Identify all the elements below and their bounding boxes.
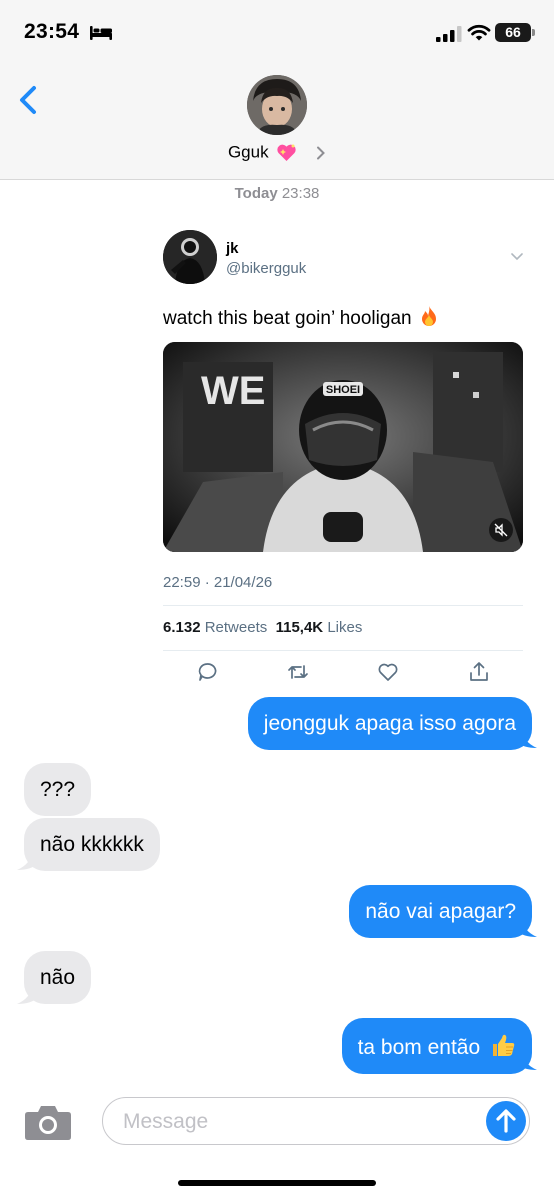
home-indicator [178, 1180, 376, 1186]
back-button[interactable] [12, 78, 48, 122]
chevron-right-icon [317, 146, 325, 160]
sparkling-heart-icon [277, 144, 296, 162]
tweet-author-name: jk [226, 240, 239, 257]
video-frame: WE SHOEI [163, 342, 523, 552]
sleep-focus-icon [90, 26, 112, 40]
wifi-icon [467, 24, 491, 41]
retweet-icon[interactable] [286, 660, 310, 684]
sent-message[interactable]: jeongguk apaga isso agora [247, 697, 532, 750]
tweet-divider [163, 650, 523, 651]
conversation-timestamp: Today 23:38 [0, 185, 554, 202]
retweets-count: 6.132 [163, 619, 201, 636]
cellular-signal-icon [436, 26, 462, 42]
status-time: 23:54 [24, 20, 80, 43]
sent-message-with-emoji[interactable]: ta bom então [341, 1018, 532, 1074]
share-icon[interactable] [467, 660, 491, 684]
arrow-up-icon [496, 1109, 516, 1133]
received-message[interactable]: ??? [24, 763, 92, 816]
camera-button[interactable] [24, 1103, 72, 1141]
tweet-video[interactable]: WE SHOEI [163, 342, 523, 552]
message-input[interactable]: Message [102, 1097, 530, 1145]
helmet-brand-text: SHOEI [326, 384, 360, 396]
sent-message[interactable]: não vai apagar? [349, 885, 532, 938]
tweet-divider [163, 605, 523, 606]
likes-count: 115,4K [275, 619, 324, 636]
message-placeholder: Message [123, 1110, 209, 1133]
send-button[interactable] [486, 1101, 526, 1141]
status-bar: 23:54 66 [0, 0, 554, 62]
contact-name-row[interactable]: Gguk [0, 142, 554, 163]
reply-icon[interactable] [196, 660, 220, 684]
sent-message-text: ta bom então [357, 1036, 481, 1059]
tweet-stats: 6.132 Retweets 115,4K Likes [163, 619, 362, 636]
tweet-link-preview[interactable]: jk @bikergguk watch this beat goin’ hool… [150, 210, 538, 696]
battery-tip [532, 29, 535, 36]
speaker-muted-icon [494, 523, 508, 537]
contact-photo [247, 75, 307, 135]
contact-avatar[interactable] [247, 75, 307, 135]
like-icon[interactable] [376, 660, 400, 684]
contact-name: Gguk [227, 142, 269, 162]
timestamp-time: 23:38 [281, 185, 320, 202]
tweet-author-avatar [163, 230, 217, 284]
tweet-author-photo [163, 230, 217, 284]
video-sign-text: WE [201, 369, 265, 413]
retweets-label: Retweets [204, 619, 268, 636]
mute-button[interactable] [489, 518, 513, 542]
thumbs-up-icon [493, 1034, 515, 1056]
tweet-datetime: 22:59 · 21/04/26 [163, 574, 273, 591]
timestamp-day: Today [234, 185, 278, 202]
battery-level: 66 [495, 23, 531, 42]
received-message[interactable]: não kkkkkk [24, 818, 160, 871]
tweet-author-handle: @bikergguk [226, 260, 307, 277]
tweet-text: watch this beat goin’ hooligan [163, 308, 412, 329]
chevron-down-icon[interactable] [510, 252, 524, 262]
received-message[interactable]: não [24, 951, 92, 1004]
tweet-text-row: watch this beat goin’ hooligan [163, 305, 439, 330]
fire-icon [421, 306, 436, 326]
conversation-header: Gguk [0, 62, 554, 180]
likes-label: Likes [327, 619, 363, 636]
